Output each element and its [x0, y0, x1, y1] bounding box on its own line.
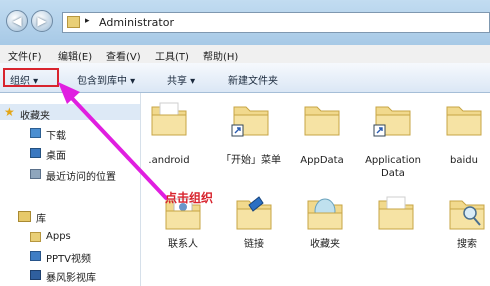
baofeng-library-icon	[30, 270, 41, 280]
folder-item[interactable]: 搜索	[427, 193, 490, 253]
nav-item-pptv[interactable]: PPTV视频	[46, 250, 91, 265]
folder-shortcut-icon	[231, 106, 269, 137]
folder-label: AppData	[300, 155, 344, 166]
menu-view[interactable]: 查看(V)	[106, 48, 141, 63]
folder-item[interactable]: baidu	[424, 99, 490, 189]
nav-item-desktop[interactable]: 桌面	[46, 147, 66, 162]
folder-item[interactable]: 收藏夹	[285, 193, 365, 253]
breadcrumb-separator-icon: ▸	[85, 16, 90, 26]
menu-edit[interactable]: 编辑(E)	[58, 48, 92, 63]
nav-item-apps[interactable]: Apps	[46, 231, 71, 242]
folder-label: .android	[148, 155, 190, 166]
pptv-video-icon	[30, 251, 41, 261]
nav-favorites[interactable]: 收藏夹	[20, 107, 50, 122]
navigation-pane: ★ 收藏夹 下载 桌面 最近访问的位置 库 Apps PPTV视频 暴风影视库	[0, 93, 141, 286]
menu-tools[interactable]: 工具(T)	[155, 48, 189, 63]
title-bar: ◀ ▶ ▸ Administrator	[0, 0, 490, 45]
folder-label: 收藏夹	[310, 239, 340, 250]
annotation-text: 点击组织	[165, 191, 214, 205]
address-bar[interactable]: ▸ Administrator	[62, 12, 490, 33]
folder-label: 搜索	[457, 239, 477, 250]
folder-label: baidu	[450, 155, 478, 166]
menu-file[interactable]: 文件(F)	[8, 48, 42, 63]
download-icon	[30, 128, 41, 138]
folder-icon	[378, 196, 414, 230]
nav-library[interactable]: 库	[36, 210, 46, 225]
search-folder-icon	[449, 200, 485, 230]
folder-label: Application Data	[365, 155, 421, 179]
nav-item-recent[interactable]: 最近访问的位置	[46, 168, 116, 183]
share-button[interactable]: 共享 ▾	[167, 72, 195, 87]
address-path[interactable]: Administrator	[99, 16, 174, 29]
folder-icon	[67, 16, 80, 28]
folder-item[interactable]: 「开始」菜单	[211, 99, 291, 189]
star-icon: ★	[4, 105, 15, 119]
command-toolbar: 组织 ▾ 包含到库中 ▾ 共享 ▾ 新建文件夹	[0, 63, 490, 93]
apps-folder-icon	[30, 232, 41, 242]
menu-help[interactable]: 帮助(H)	[203, 48, 238, 63]
folder-icon	[304, 106, 340, 136]
folder-item[interactable]: 链接	[214, 193, 294, 253]
organize-button[interactable]: 组织 ▾	[10, 72, 38, 87]
nav-item-downloads[interactable]: 下载	[46, 127, 66, 142]
folder-item[interactable]: Application Data	[353, 99, 433, 189]
include-library-button[interactable]: 包含到库中 ▾	[77, 72, 135, 87]
forward-button[interactable]: ▶	[31, 10, 53, 32]
links-folder-icon	[236, 196, 272, 230]
folder-item[interactable]: AppData	[282, 99, 362, 189]
folder-label: 联系人	[168, 239, 198, 250]
folder-icon	[446, 106, 482, 136]
folder-item[interactable]: .android	[129, 99, 209, 189]
folder-icon	[151, 102, 187, 136]
menu-bar: 文件(F) 编辑(E) 查看(V) 工具(T) 帮助(H)	[0, 45, 490, 64]
recent-places-icon	[30, 169, 41, 179]
folder-label: 链接	[244, 239, 264, 250]
forward-arrow-icon: ▶	[37, 14, 47, 28]
nav-item-baofeng[interactable]: 暴风影视库	[46, 269, 96, 284]
library-icon	[18, 211, 31, 222]
favorites-folder-icon	[307, 198, 343, 230]
new-folder-button[interactable]: 新建文件夹	[228, 72, 278, 87]
folder-shortcut-icon	[373, 106, 411, 137]
back-arrow-icon: ◀	[12, 14, 22, 28]
desktop-icon	[30, 148, 41, 158]
folder-item[interactable]	[356, 193, 436, 253]
back-button[interactable]: ◀	[6, 10, 28, 32]
folder-label: 「开始」菜单	[221, 155, 281, 166]
